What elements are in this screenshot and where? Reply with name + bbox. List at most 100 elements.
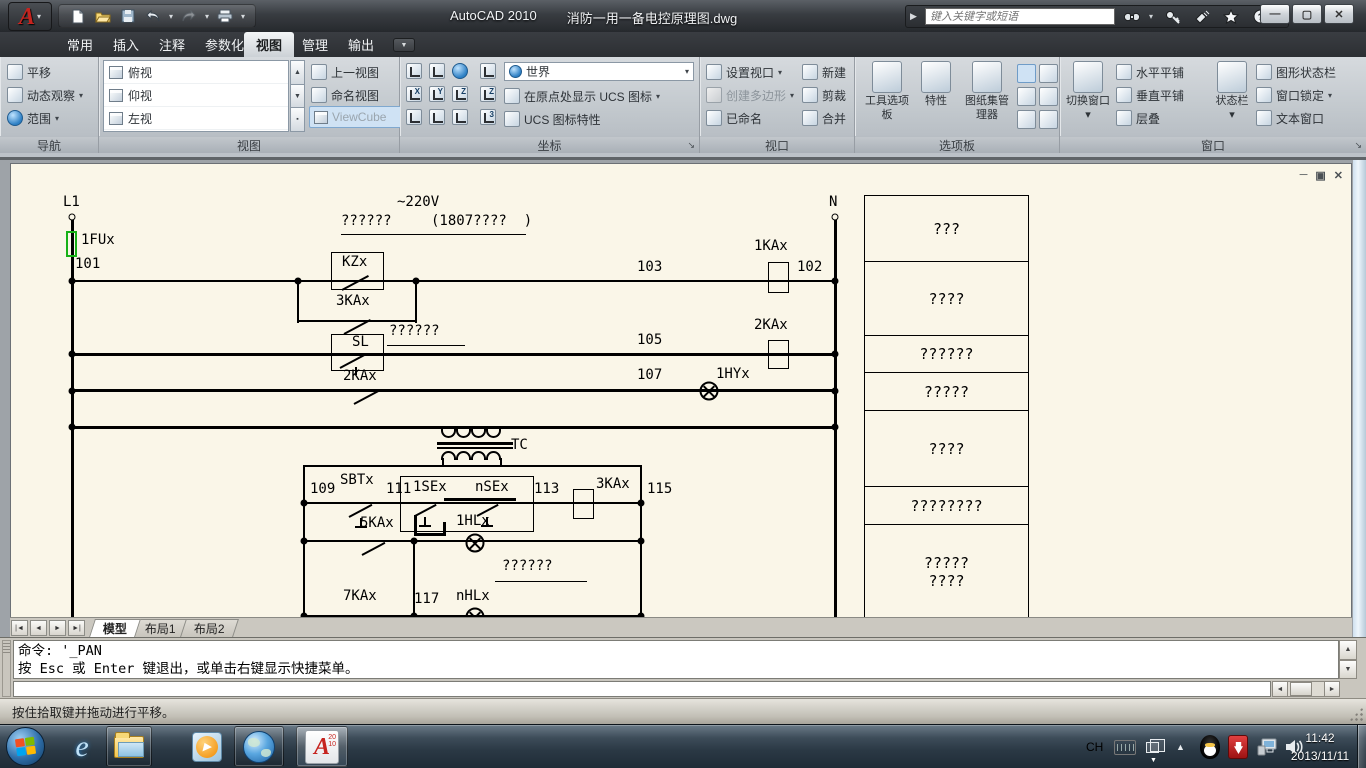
viewport-clip-button[interactable]: 剪裁	[802, 85, 846, 105]
window-maximize-button[interactable]: ▢	[1292, 4, 1322, 24]
star-icon[interactable]	[1219, 8, 1243, 26]
tab-home[interactable]: 常用	[55, 32, 105, 57]
ucs-icon[interactable]	[406, 63, 422, 79]
ucs-icon-properties-button[interactable]: UCS 图标特性	[504, 109, 601, 129]
visual-styles-icon[interactable]	[1017, 110, 1036, 129]
qat-new-button[interactable]	[67, 6, 89, 26]
previous-view-button[interactable]: 上一视图	[311, 62, 379, 82]
view-list-item-bottom[interactable]: 仰视	[104, 84, 288, 107]
scroll-up-icon[interactable]: ▲	[1339, 640, 1357, 660]
qat-redo-button[interactable]	[178, 6, 200, 26]
tab-insert[interactable]: 插入	[101, 32, 151, 57]
doc-restore-button[interactable]: ▣	[1315, 169, 1325, 182]
ucs-3point-icon[interactable]	[480, 109, 496, 125]
tab-output[interactable]: 输出	[336, 32, 386, 57]
markup-set-manager-icon[interactable]	[1017, 87, 1036, 106]
zoom-extents-button[interactable]: 范围▾	[7, 108, 59, 128]
orbit-button[interactable]: 动态观察▾	[7, 85, 83, 105]
tray-clock[interactable]: 11:422013/11/11	[1284, 729, 1356, 765]
tab-nav-last-button[interactable]: ►|	[68, 620, 85, 636]
tab-view[interactable]: 视图	[244, 32, 294, 57]
keyboard-icon[interactable]	[1114, 725, 1136, 768]
viewport-join-button[interactable]: 合并	[802, 108, 846, 128]
command-window-grip[interactable]	[2, 640, 11, 697]
scroll-up-icon[interactable]: ▲	[290, 60, 305, 85]
view-list-item-top[interactable]: 俯视	[104, 61, 288, 84]
panel-expand-icon[interactable]: ↘	[1354, 140, 1362, 151]
panel-expand-icon[interactable]: ↘	[687, 140, 695, 151]
application-menu-button[interactable]: A ▾	[8, 2, 52, 31]
ucs-y-icon[interactable]	[429, 86, 445, 102]
sheet-set-manager-button[interactable]: 图纸集管理器	[961, 59, 1013, 123]
view-list-item-left[interactable]: 左视	[104, 107, 288, 130]
dbconnect-icon[interactable]	[1039, 110, 1058, 129]
ucs-named-icon[interactable]	[429, 63, 445, 79]
named-views-button[interactable]: 命名视图	[311, 85, 379, 105]
search-icon[interactable]	[1120, 8, 1144, 26]
viewport-polygon-button[interactable]: 创建多边形▾	[706, 85, 794, 105]
key-icon[interactable]	[1161, 8, 1185, 26]
panel-label-navigate[interactable]: 导航	[0, 136, 98, 153]
security-icon[interactable]	[1228, 725, 1248, 768]
taskbar-browser-button[interactable]	[234, 726, 284, 767]
tab-annotate[interactable]: 注释	[147, 32, 197, 57]
ribbon-minimize-button[interactable]: ▼	[393, 38, 415, 52]
satellite-icon[interactable]	[1190, 8, 1214, 26]
ucs-z-icon[interactable]	[452, 86, 468, 102]
network-icon[interactable]	[1256, 725, 1280, 768]
tab-manage[interactable]: 管理	[290, 32, 340, 57]
ucs-world-icon[interactable]	[452, 63, 468, 79]
taskbar-autocad-button[interactable]: A2010	[296, 726, 348, 767]
window-minimize-button[interactable]: —	[1260, 4, 1290, 24]
search-dropdown[interactable]: ▾	[1149, 12, 1156, 21]
tool-palettes-button[interactable]: 工具选项板	[863, 59, 911, 123]
taskbar-explorer-button[interactable]	[106, 726, 152, 767]
scroll-right-icon[interactable]: ►	[1324, 682, 1339, 696]
scroll-left-icon[interactable]: ◄	[1273, 682, 1288, 696]
ucs-previous-icon[interactable]	[480, 63, 496, 79]
qat-redo-dropdown[interactable]: ▾	[203, 12, 211, 21]
taskbar-ie-button[interactable]: e	[62, 726, 102, 767]
tile-vertical-button[interactable]: 垂直平铺	[1116, 85, 1184, 105]
qat-undo-button[interactable]	[142, 6, 164, 26]
panel-label-viewports[interactable]: 视口	[700, 136, 854, 153]
quickcalc-icon[interactable]	[1039, 87, 1058, 106]
command-history[interactable]: 命令: '_PAN 按 Esc 或 Enter 键退出，或单击右键显示快捷菜单。	[13, 640, 1339, 679]
panel-label-window[interactable]: 窗口	[1060, 136, 1366, 153]
tab-nav-next-button[interactable]: ►	[49, 620, 66, 636]
qat-undo-dropdown[interactable]: ▾	[167, 12, 175, 21]
ucs-combo[interactable]: 世界▾	[504, 62, 694, 81]
qat-open-button[interactable]	[92, 6, 114, 26]
panel-label-coordinates[interactable]: 坐标	[400, 136, 699, 153]
tile-horizontal-button[interactable]: 水平平铺	[1116, 62, 1184, 82]
doc-close-button[interactable]: ✕	[1334, 169, 1343, 182]
ucs-x-icon[interactable]	[406, 86, 422, 102]
status-bar-button[interactable]: 状态栏 ▾	[1212, 59, 1252, 123]
window-close-button[interactable]: ✕	[1324, 4, 1354, 24]
tray-language-indicator[interactable]: CH	[1086, 725, 1103, 768]
tab-model[interactable]: 模型	[89, 619, 141, 637]
pan-button[interactable]: 平移	[7, 62, 51, 82]
command-input[interactable]	[13, 681, 1271, 697]
properties-palette-button[interactable]: 特性	[915, 59, 957, 109]
tab-nav-first-button[interactable]: |◄	[11, 620, 28, 636]
ucs-zaxis-vector-icon[interactable]	[480, 86, 496, 102]
drawing-canvas[interactable]: ─ ▣ ✕ L1N1FUx101~220V??????(1807???? )KZ…	[10, 163, 1352, 620]
tab-layout2[interactable]: 布局2	[180, 619, 239, 637]
window-lock-button[interactable]: 窗口锁定▾	[1256, 85, 1332, 105]
qat-plot-button[interactable]	[214, 6, 236, 26]
viewport-named-button[interactable]: 已命名	[706, 108, 762, 128]
doc-minimize-button[interactable]: ─	[1300, 169, 1308, 182]
language-options-dropdown[interactable]: ▼	[1150, 738, 1157, 768]
infocenter-toggle[interactable]: ▶	[910, 11, 920, 22]
ucs-face-icon[interactable]	[429, 109, 445, 125]
view-list[interactable]: 俯视 仰视 左视	[103, 60, 289, 132]
designcenter-icon[interactable]	[1017, 64, 1036, 83]
text-window-button[interactable]: 文本窗口	[1256, 108, 1324, 128]
qq-icon[interactable]	[1200, 725, 1220, 768]
external-references-icon[interactable]	[1039, 64, 1058, 83]
viewport-config-button[interactable]: 设置视口▾	[706, 62, 782, 82]
tray-show-hidden-button[interactable]: ▲	[1176, 725, 1185, 768]
taskbar-media-player-button[interactable]: ▶	[186, 726, 228, 767]
scroll-down-icon[interactable]: ▼	[290, 85, 305, 109]
